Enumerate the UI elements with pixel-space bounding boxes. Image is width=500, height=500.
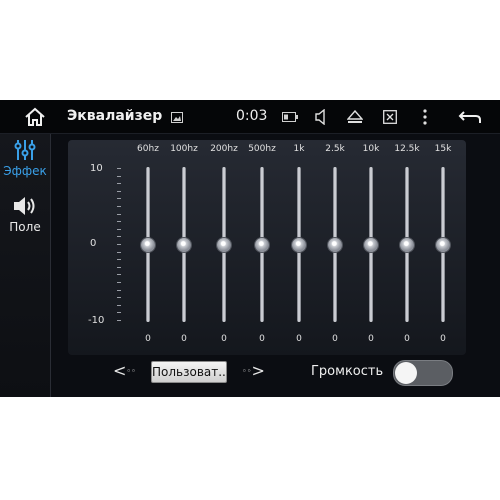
band-slider-knob[interactable]: [436, 237, 450, 252]
preset-button[interactable]: Пользоват...: [151, 361, 227, 383]
clock: 0:03: [236, 108, 268, 124]
scale-mid: 0: [90, 238, 97, 249]
loudness-label: Громкость: [311, 364, 384, 379]
band-slider-knob[interactable]: [141, 237, 155, 252]
scale-tick: [117, 259, 121, 261]
band-value-label: 0: [221, 334, 227, 344]
sidebar-item-field[interactable]: Поле: [0, 194, 50, 234]
page-title: Эквалайзер: [67, 108, 163, 124]
band-value-label: 0: [145, 334, 151, 344]
band-freq-label: 15k: [434, 144, 452, 154]
scale-tick: [117, 190, 121, 192]
band-freq-label: 200hz: [210, 144, 238, 154]
band-value-label: 0: [404, 334, 410, 344]
band-freq-label: 2.5k: [325, 144, 345, 154]
sidebar-item-label: Поле: [9, 220, 41, 234]
scale-tick: [117, 228, 121, 230]
home-icon[interactable]: [22, 107, 48, 127]
band-slider-knob[interactable]: [177, 237, 191, 252]
scale-tick: [117, 175, 121, 177]
band-value-label: 0: [259, 334, 265, 344]
scale-tick: [117, 266, 121, 268]
band-slider-knob[interactable]: [364, 237, 378, 252]
close-window-icon[interactable]: [381, 107, 399, 127]
speaker-icon: [0, 194, 50, 218]
loudness-toggle[interactable]: [393, 360, 453, 386]
more-icon[interactable]: [420, 107, 430, 127]
eject-icon[interactable]: [346, 107, 364, 127]
status-bar: Эквалайзер 0:03: [0, 100, 500, 134]
chevron-right-icon: >: [251, 361, 265, 380]
scale-tick: [117, 251, 121, 253]
picture-icon: [170, 107, 184, 127]
band-value-label: 0: [181, 334, 187, 344]
scale-top: 10: [90, 163, 103, 174]
scale-bottom: -10: [88, 315, 105, 326]
toggle-knob: [395, 362, 417, 384]
band-slider-knob[interactable]: [292, 237, 306, 252]
band-freq-label: 10k: [362, 144, 380, 154]
chevron-left-icon: <: [113, 361, 127, 380]
back-icon[interactable]: [457, 107, 483, 127]
band-value-label: 0: [368, 334, 374, 344]
sidebar-item-effects[interactable]: Эффек: [0, 138, 50, 178]
scale-tick: [117, 213, 121, 215]
scale-tick: [117, 312, 121, 314]
scale-tick: [117, 304, 121, 306]
band-freq-label: 500hz: [248, 144, 276, 154]
scale-tick: [117, 168, 121, 169]
scale-tick: [117, 297, 121, 299]
scale-tick: [117, 183, 121, 185]
scale-tick: [117, 320, 121, 321]
scale-tick: [117, 274, 121, 276]
scale-tick: [117, 244, 121, 245]
band-freq-label: 12.5k: [394, 144, 420, 154]
equalizer-sliders-icon: [0, 138, 50, 162]
band-slider-knob[interactable]: [328, 237, 342, 252]
battery-icon: [281, 107, 299, 127]
scale-tick: [117, 282, 121, 283]
band-slider-knob[interactable]: [400, 237, 414, 252]
band-slider-knob[interactable]: [255, 237, 269, 252]
band-slider-knob[interactable]: [217, 237, 231, 252]
band-value-label: 0: [296, 334, 302, 344]
band-value-label: 0: [332, 334, 338, 344]
scale-tick: [117, 236, 121, 238]
sidebar: Эффек Поле: [0, 134, 51, 397]
scale-tick: [117, 289, 121, 291]
band-freq-label: 60hz: [137, 144, 159, 154]
band-freq-label: 100hz: [170, 144, 198, 154]
band-value-label: 0: [440, 334, 446, 344]
scale-tick: [117, 198, 121, 200]
preset-next-button[interactable]: ◦◦>: [242, 360, 265, 383]
band-freq-label: 1k: [293, 144, 305, 154]
scale-tick: [117, 206, 121, 207]
preset-prev-button[interactable]: <◦◦: [113, 360, 136, 383]
volume-icon[interactable]: [313, 107, 329, 127]
scale-tick: [117, 221, 121, 223]
sidebar-item-label: Эффек: [3, 164, 47, 178]
